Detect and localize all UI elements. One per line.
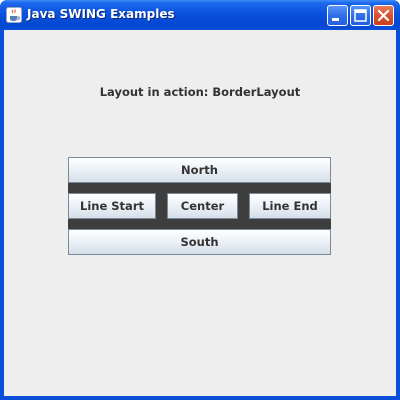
maximize-button[interactable] [350, 5, 371, 26]
minimize-icon [332, 18, 339, 21]
border-layout-panel: North Line Start Center Line End South [68, 157, 331, 255]
close-button[interactable] [373, 5, 394, 26]
maximize-icon [354, 9, 367, 22]
app-window: Java SWING Examples Layout in action: Bo… [0, 0, 400, 400]
center-button[interactable]: Center [167, 193, 238, 219]
close-icon [377, 9, 390, 22]
java-cup-icon[interactable] [6, 7, 22, 23]
minimize-button[interactable] [327, 5, 348, 26]
south-button[interactable]: South [68, 229, 331, 255]
line-start-button[interactable]: Line Start [68, 193, 156, 219]
north-button[interactable]: North [68, 157, 331, 183]
header-label: Layout in action: BorderLayout [99, 85, 301, 99]
title-bar[interactable]: Java SWING Examples [0, 0, 400, 30]
content-pane: Layout in action: BorderLayout North Lin… [4, 30, 396, 396]
window-title: Java SWING Examples [27, 7, 175, 21]
line-end-button[interactable]: Line End [249, 193, 331, 219]
